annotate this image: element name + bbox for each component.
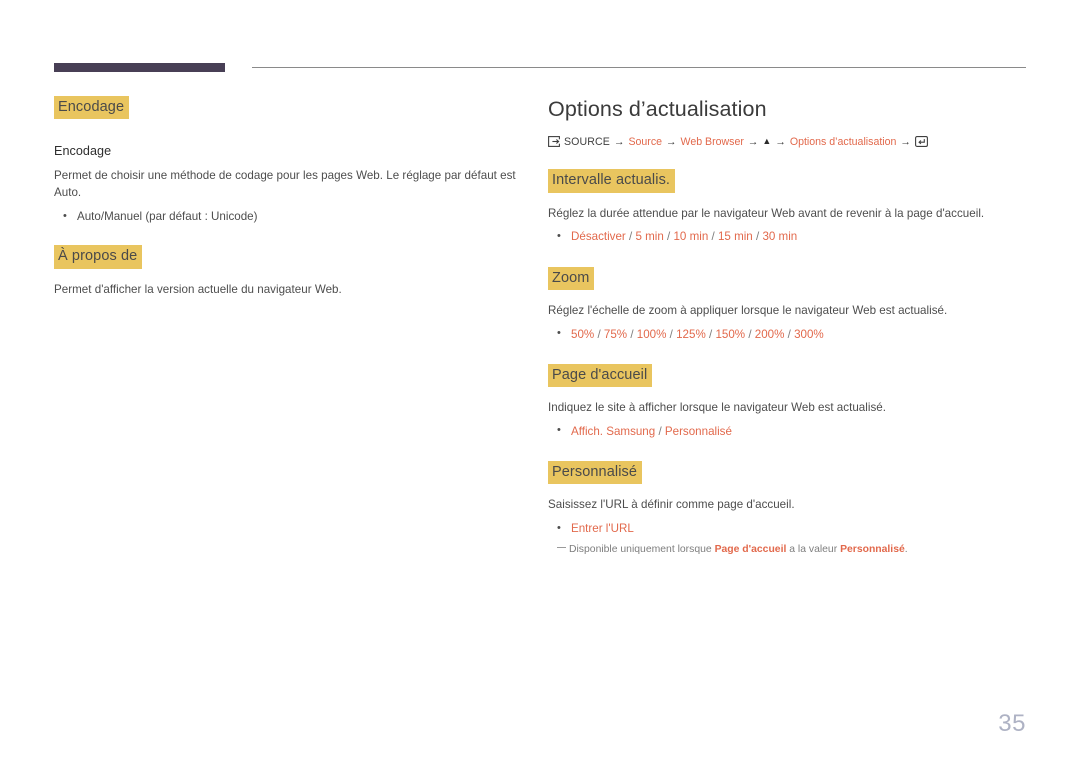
note-personnalise: Disponible uniquement lorsque Page d'acc…: [548, 543, 1028, 558]
document-page: Encodage Encodage Permet de choisir une …: [0, 0, 1080, 763]
section-zoom: Zoom Réglez l'échelle de zoom à applique…: [548, 266, 1028, 343]
option-10-min: 10 min: [673, 230, 709, 244]
breadcrumb-arrow-icon: →: [775, 135, 786, 148]
option-150-percent: 150%: [715, 327, 746, 341]
note-term-page-d-accueil: Page d'accueil: [714, 543, 787, 555]
options-list-zoom: 50% / 75% / 100% / 125% / 150% / 200% / …: [548, 325, 1028, 343]
breadcrumb: SOURCE → Source → Web Browser → ▲ → Opti…: [548, 136, 1028, 150]
option-30-min: 30 min: [762, 230, 798, 244]
header-rule-thin: [252, 67, 1026, 68]
options-list-personnalise: Entrer l'URL: [548, 520, 1028, 537]
body-page-d-accueil: Indiquez le site à afficher lorsque le n…: [548, 401, 886, 415]
breadcrumb-item-options-actualisation: Options d’actualisation: [789, 135, 897, 148]
enter-key-icon: [914, 136, 928, 147]
section-heading-a-propos-de: À propos de: [54, 245, 143, 269]
subheading-encodage: Encodage: [54, 144, 112, 159]
body-a-propos-de: Permet d'afficher la version actuelle du…: [54, 282, 342, 296]
section-heading-encodage: Encodage: [54, 96, 130, 120]
bullet-list-encodage: Auto/Manuel (par défaut : Unicode): [54, 208, 526, 225]
body-encodage: Permet de choisir une méthode de codage …: [54, 169, 516, 200]
section-heading-wrap: Personnalisé: [548, 461, 1028, 485]
section-heading-intervalle-actualis: Intervalle actualis.: [548, 169, 676, 193]
section-heading-personnalise: Personnalisé: [548, 461, 643, 485]
breadcrumb-item-web-browser: Web Browser: [680, 135, 744, 148]
header-rule: [54, 63, 1026, 75]
option-values: Affich. Samsung / Personnalisé: [571, 424, 732, 438]
section-heading-wrap: Page d'accueil: [548, 364, 1028, 388]
option-125-percent: 125%: [676, 327, 706, 341]
breadcrumb-arrow-icon: →: [666, 135, 677, 148]
option-100-percent: 100%: [636, 327, 667, 341]
list-item: Entrer l'URL: [548, 520, 1028, 537]
left-column: Encodage Encodage Permet de choisir une …: [54, 96, 526, 298]
option-affich-samsung: Affich. Samsung: [571, 424, 656, 438]
breadcrumb-arrow-icon: →: [613, 135, 625, 148]
breadcrumb-item-source-key: SOURCE: [564, 135, 610, 148]
note-term-personnalise: Personnalisé: [840, 543, 905, 555]
option-entrer-url: Entrer l'URL: [571, 522, 634, 536]
breadcrumb-arrow-icon: →: [900, 135, 911, 148]
section-a-propos-de: À propos de Permet d'afficher la version…: [54, 245, 526, 298]
section-heading-wrap: Intervalle actualis.: [548, 169, 1028, 193]
page-title: Options d’actualisation: [548, 97, 767, 121]
note-middle: a la valeur: [786, 543, 841, 555]
option-200-percent: 200%: [754, 327, 785, 341]
options-list-page-d-accueil: Affich. Samsung / Personnalisé: [548, 422, 1028, 440]
section-intervalle-actualis: Intervalle actualis. Réglez la durée att…: [548, 169, 1028, 245]
option-values: Désactiver / 5 min / 10 min / 15 min / 3…: [571, 230, 798, 244]
section-heading-zoom: Zoom: [548, 266, 595, 290]
section-page-d-accueil: Page d'accueil Indiquez le site à affich…: [548, 364, 1028, 440]
list-item: 50% / 75% / 100% / 125% / 150% / 200% / …: [548, 325, 1028, 343]
bullet-text: Auto/Manuel (par défaut : Unicode): [77, 210, 258, 224]
page-number: 35: [998, 710, 1026, 737]
section-heading-wrap: À propos de: [54, 245, 526, 269]
option-75-percent: 75%: [603, 327, 628, 341]
list-item: Auto/Manuel (par défaut : Unicode): [54, 208, 526, 225]
list-item: Désactiver / 5 min / 10 min / 15 min / 3…: [548, 228, 1028, 245]
section-heading-wrap: Zoom: [548, 266, 1028, 290]
header-rule-thick: [54, 63, 225, 72]
section-personnalise: Personnalisé Saisissez l'URL à définir c…: [548, 461, 1028, 557]
breadcrumb-arrow-icon: →: [747, 135, 759, 148]
note-prefix: Disponible uniquement lorsque: [569, 543, 715, 555]
right-column: Options d’actualisation SOURCE → Source …: [548, 96, 1028, 557]
note-suffix: .: [904, 543, 908, 555]
options-list-intervalle-actualis: Désactiver / 5 min / 10 min / 15 min / 3…: [548, 228, 1028, 245]
body-intervalle-actualis: Réglez la durée attendue par le navigate…: [548, 206, 985, 220]
option-50-percent: 50%: [571, 327, 595, 341]
source-input-icon: [548, 136, 560, 147]
list-item: Affich. Samsung / Personnalisé: [548, 422, 1028, 440]
up-triangle-icon: ▲: [762, 135, 772, 146]
option-15-min: 15 min: [717, 230, 753, 244]
section-heading-page-d-accueil: Page d'accueil: [548, 364, 653, 388]
option-300-percent: 300%: [794, 327, 824, 341]
option-values: 50% / 75% / 100% / 125% / 150% / 200% / …: [571, 327, 824, 341]
option-5-min: 5 min: [635, 230, 664, 244]
section-encodage: Encodage Encodage Permet de choisir une …: [54, 96, 526, 225]
body-zoom: Réglez l'échelle de zoom à appliquer lor…: [548, 303, 948, 317]
option-personnalise: Personnalisé: [664, 424, 732, 438]
body-personnalise: Saisissez l'URL à définir comme page d'a…: [548, 498, 795, 512]
option-desactiver: Désactiver: [571, 230, 626, 244]
section-heading-wrap: Encodage: [54, 96, 526, 120]
breadcrumb-item-source: Source: [628, 135, 663, 148]
